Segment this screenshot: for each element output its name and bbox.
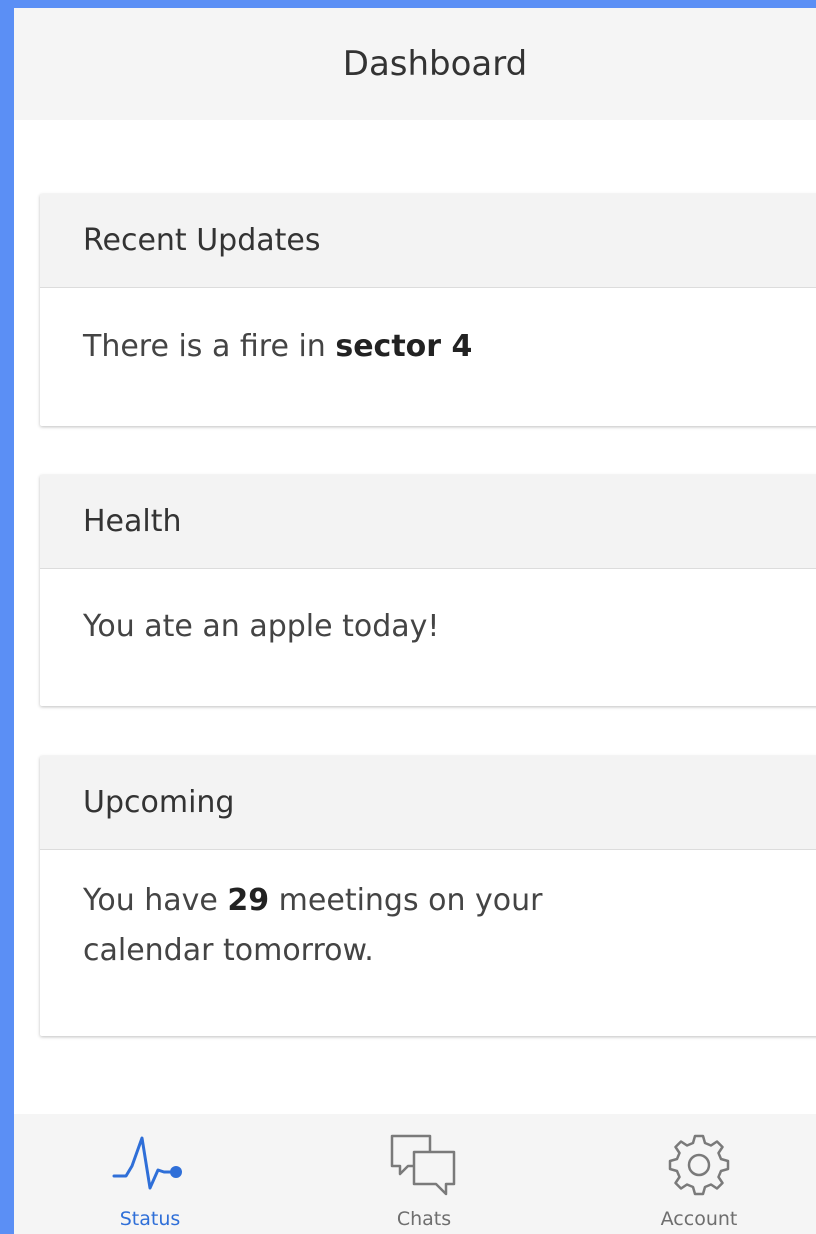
card-text-bold: sector 4 xyxy=(335,329,473,364)
header-bar: Dashboard xyxy=(14,8,816,120)
card-content: There is a fire in sector 4 xyxy=(40,288,816,372)
card-upcoming: Upcoming You have 29 meetings on your ca… xyxy=(40,756,816,1036)
tab-label: Chats xyxy=(396,1208,452,1230)
card-recent-updates: Recent Updates There is a fire in sector… xyxy=(40,194,816,426)
tab-label: Account xyxy=(660,1208,738,1230)
page-title: Dashboard xyxy=(342,44,528,84)
card-title: Recent Updates xyxy=(40,194,816,288)
card-title: Upcoming xyxy=(40,756,816,850)
card-text: There is a fire in xyxy=(83,329,336,364)
tab-account[interactable]: Account xyxy=(599,1114,799,1234)
bottom-tab-bar: Status Chats Account xyxy=(14,1114,816,1234)
card-title: Health xyxy=(40,475,816,569)
gear-icon xyxy=(668,1134,730,1196)
card-text: You have xyxy=(83,883,228,918)
card-text-bold: 29 xyxy=(227,883,270,918)
chat-bubbles-icon xyxy=(390,1134,456,1196)
card-content: You ate an apple today! xyxy=(83,609,440,644)
pulse-icon xyxy=(112,1136,182,1190)
tab-chats[interactable]: Chats xyxy=(324,1114,524,1234)
card-content: You have 29 meetings on your calendar to… xyxy=(40,850,680,976)
tab-label: Status xyxy=(119,1208,181,1230)
tab-status[interactable]: Status xyxy=(50,1114,250,1234)
app-screen: Dashboard Recent Updates There is a fire… xyxy=(14,0,816,1234)
card-health: Health You ate an apple today! xyxy=(40,475,816,706)
